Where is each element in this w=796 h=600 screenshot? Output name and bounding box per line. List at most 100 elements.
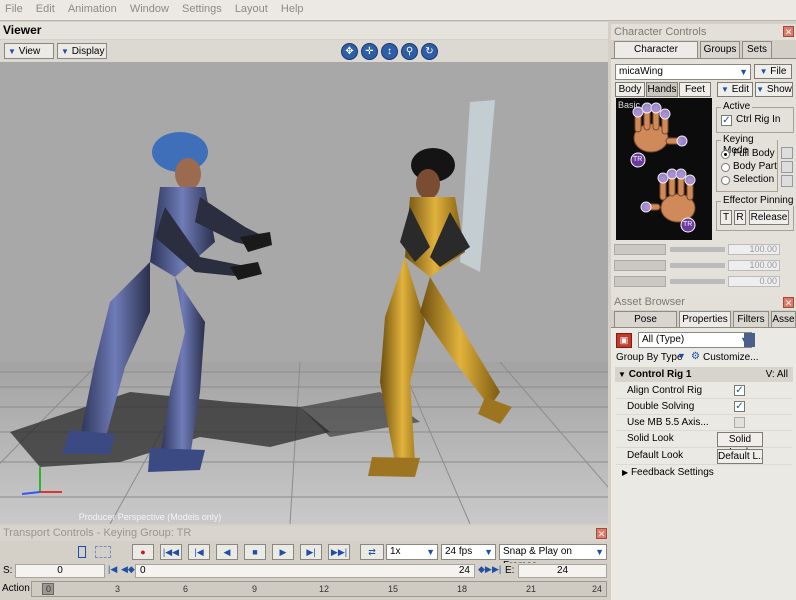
next-key-icon[interactable]: ◆▶ bbox=[478, 564, 492, 575]
section-title: Control Rig 1 bbox=[628, 369, 692, 380]
key-icon[interactable] bbox=[781, 147, 793, 159]
speed-value: 1x bbox=[390, 546, 401, 557]
pan-icon[interactable]: ✥ bbox=[341, 43, 358, 60]
release-button[interactable]: Release bbox=[749, 210, 789, 225]
solid-look-button[interactable]: Solid Look bbox=[717, 432, 763, 458]
gear-icon[interactable]: ⚙ bbox=[691, 351, 700, 362]
close-icon[interactable]: ✕ bbox=[783, 26, 794, 37]
play-reverse-button[interactable]: ◀ bbox=[216, 544, 238, 560]
menu-animation[interactable]: Animation bbox=[63, 0, 122, 15]
key-icon[interactable] bbox=[781, 175, 793, 187]
radio-full-body[interactable] bbox=[721, 150, 730, 159]
menu-edit[interactable]: Edit bbox=[31, 0, 60, 15]
tab-feet[interactable]: Feet bbox=[679, 82, 711, 97]
slider-track[interactable] bbox=[670, 247, 725, 252]
tab-filters[interactable]: Filters bbox=[733, 311, 769, 328]
edit-button-label: Edit bbox=[731, 84, 749, 95]
property-label: Use MB 5.5 Axis... bbox=[627, 417, 709, 428]
align-control-rig-checkbox[interactable]: ✓ bbox=[734, 385, 745, 396]
time-ruler[interactable]: 0 3 6 9 12 15 18 21 24 bbox=[31, 581, 607, 597]
tab-sets[interactable]: Sets bbox=[742, 41, 772, 58]
section-header[interactable]: ▼ Control Rig 1 V: All bbox=[615, 367, 793, 382]
tab-assets[interactable]: Asse bbox=[771, 311, 796, 328]
property-row: Use MB 5.5 Axis... bbox=[616, 415, 792, 431]
view-button[interactable]: ▼ View bbox=[4, 43, 54, 59]
goto-start-button[interactable]: |◀◀ bbox=[160, 544, 182, 560]
property-label: Solid Look bbox=[627, 433, 674, 444]
ruler-tick: 9 bbox=[252, 584, 258, 594]
radio-body-part[interactable] bbox=[721, 163, 730, 172]
next-frame-icon[interactable]: ▶| bbox=[492, 564, 501, 575]
chevron-down-icon: ▼ bbox=[739, 67, 748, 77]
double-solving-checkbox[interactable]: ✓ bbox=[734, 401, 745, 412]
character-select[interactable]: micaWing ▼ bbox=[615, 64, 751, 80]
dolly-icon[interactable]: ↕ bbox=[381, 43, 398, 60]
slider-track[interactable] bbox=[670, 263, 725, 268]
filter-lock-icon[interactable] bbox=[744, 333, 755, 347]
menu-file[interactable]: File bbox=[0, 0, 28, 15]
view-button-label: View bbox=[18, 46, 41, 57]
feedback-settings-row[interactable]: ▶ Feedback Settings bbox=[616, 465, 792, 480]
tab-body[interactable]: Body bbox=[615, 82, 645, 97]
loop-button[interactable]: ⇄ bbox=[360, 544, 384, 560]
current-frame-field[interactable]: 0 24 bbox=[135, 564, 475, 578]
prev-key-icon[interactable]: ◀◆ bbox=[121, 564, 135, 575]
orbit-icon[interactable]: ↻ bbox=[421, 43, 438, 60]
next-key-button[interactable]: ▶| bbox=[300, 544, 322, 560]
menu-window[interactable]: Window bbox=[125, 0, 174, 15]
slider-track[interactable] bbox=[670, 279, 725, 284]
tab-properties[interactable]: Properties bbox=[679, 311, 731, 328]
section-version: V: All bbox=[765, 369, 788, 380]
single-frame-icon[interactable] bbox=[78, 546, 86, 558]
slider-value[interactable]: 100.00 bbox=[728, 244, 780, 255]
asset-browser-title: Asset Browser bbox=[611, 295, 796, 310]
slider-value[interactable]: 0.00 bbox=[728, 276, 780, 287]
prev-frame-icon[interactable]: |◀ bbox=[108, 564, 117, 575]
menu-settings[interactable]: Settings bbox=[177, 0, 227, 15]
snap-select[interactable]: Snap & Play on Frames▼ bbox=[499, 544, 607, 571]
prev-key-button[interactable]: |◀ bbox=[188, 544, 210, 560]
fps-select[interactable]: 24 fps ▼ bbox=[441, 544, 496, 560]
play-button[interactable]: ▶ bbox=[272, 544, 294, 560]
tab-pose-controls[interactable]: Pose Controls bbox=[614, 311, 677, 341]
record-button[interactable]: ● bbox=[132, 544, 154, 560]
key-icon[interactable] bbox=[781, 161, 793, 173]
stop-button[interactable]: ■ bbox=[244, 544, 266, 560]
lock-icon[interactable]: ▣ bbox=[616, 333, 632, 348]
show-button[interactable]: ▼ Show bbox=[755, 82, 793, 97]
hands-picker[interactable]: Basic TR TR bbox=[616, 98, 712, 240]
tab-character-controls[interactable]: Character Controls bbox=[614, 41, 698, 71]
close-icon[interactable]: ✕ bbox=[596, 528, 607, 539]
close-icon[interactable]: ✕ bbox=[783, 297, 794, 308]
display-button[interactable]: ▼ Display bbox=[57, 43, 107, 59]
character-controls-body: micaWing ▼ ▼ File Body Hands Feet ▼ Edit … bbox=[611, 58, 796, 295]
use-mb55-axis-checkbox[interactable] bbox=[734, 417, 745, 428]
end-frame-field[interactable]: 24 bbox=[518, 564, 607, 578]
file-button[interactable]: ▼ File bbox=[754, 64, 792, 79]
tab-hands[interactable]: Hands bbox=[646, 82, 678, 97]
double-frame-icon[interactable] bbox=[95, 546, 111, 558]
zoom-icon[interactable]: ⚲ bbox=[401, 43, 418, 60]
customize-button[interactable]: Customize... bbox=[703, 352, 759, 363]
group-by-label[interactable]: Group By Type bbox=[616, 352, 683, 363]
ruler-tick: 12 bbox=[319, 584, 330, 594]
pin-rotation-button[interactable]: R bbox=[734, 210, 746, 225]
slider-value[interactable]: 100.00 bbox=[728, 260, 780, 271]
3d-viewport[interactable] bbox=[0, 62, 608, 524]
move-icon[interactable]: ✛ bbox=[361, 43, 378, 60]
type-filter-select[interactable]: All (Type)▼ bbox=[638, 332, 752, 348]
menu-layout[interactable]: Layout bbox=[230, 0, 273, 15]
menu-help[interactable]: Help bbox=[276, 0, 309, 15]
chevron-down-icon: ▼ bbox=[595, 547, 604, 557]
property-label: Double Solving bbox=[627, 401, 695, 412]
default-look-button[interactable]: Default L... bbox=[717, 449, 763, 464]
start-frame-field[interactable]: 0 bbox=[15, 564, 105, 578]
tab-groups[interactable]: Groups bbox=[700, 41, 740, 58]
speed-select[interactable]: 1x ▼ bbox=[386, 544, 438, 560]
ctrl-rig-checkbox[interactable]: ✓ bbox=[721, 115, 732, 126]
pin-translation-button[interactable]: T bbox=[720, 210, 732, 225]
radio-selection[interactable] bbox=[721, 176, 730, 185]
edit-button[interactable]: ▼ Edit bbox=[717, 82, 753, 97]
goto-end-button[interactable]: ▶▶| bbox=[328, 544, 350, 560]
funnel-icon[interactable]: ▼ bbox=[677, 351, 686, 361]
